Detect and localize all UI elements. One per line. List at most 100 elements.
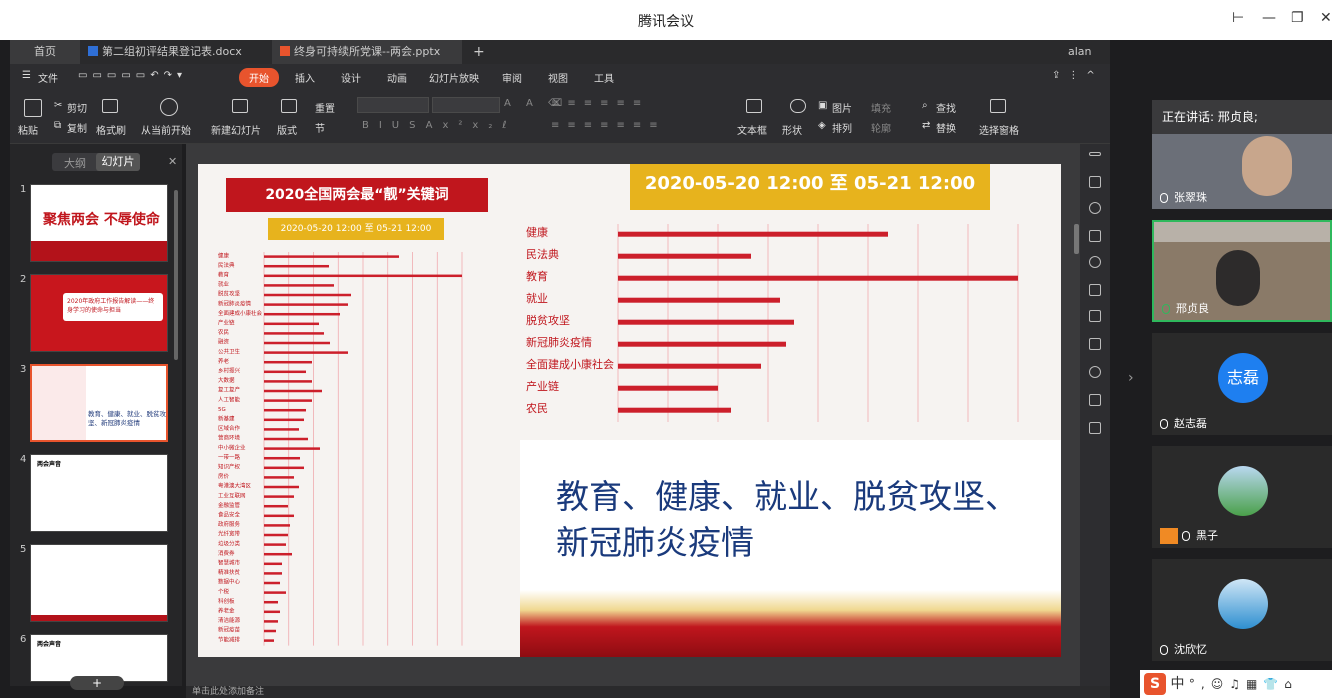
canvas-scrollbar[interactable] bbox=[1074, 224, 1079, 254]
hamburger-icon[interactable]: ☰ bbox=[22, 70, 31, 81]
menu-start[interactable]: 开始 bbox=[239, 68, 279, 87]
new-slide-icon[interactable] bbox=[232, 99, 248, 113]
paragraph-icons[interactable]: ≡≡≡≡≡≡ bbox=[551, 98, 649, 109]
expand-icon[interactable]: › bbox=[1128, 370, 1134, 386]
textbox-icon[interactable] bbox=[746, 99, 762, 113]
menu-file[interactable]: 文件 bbox=[38, 70, 58, 85]
format-painter-icon[interactable] bbox=[102, 99, 118, 113]
notes-bar[interactable]: 单击此处添加备注 bbox=[186, 686, 1110, 698]
replace-icon[interactable]: ⇄ bbox=[922, 120, 930, 131]
fill-button[interactable]: 填充 bbox=[871, 100, 891, 115]
close-icon[interactable]: ✕ bbox=[1320, 10, 1332, 26]
menu-view[interactable]: 视图 bbox=[548, 70, 568, 85]
layout-icon[interactable] bbox=[281, 99, 297, 113]
new-slide-button[interactable]: 新建幻灯片 bbox=[211, 122, 261, 137]
chart-bar bbox=[264, 312, 340, 316]
add-slide-button[interactable]: + bbox=[70, 676, 124, 690]
shape-button[interactable]: 形状 bbox=[782, 122, 802, 137]
shape-style-icon[interactable] bbox=[1089, 202, 1101, 214]
panel-close-icon[interactable]: ✕ bbox=[168, 155, 177, 168]
textbox-button[interactable]: 文本框 bbox=[737, 122, 767, 137]
tab-home[interactable]: 首页 bbox=[10, 40, 80, 64]
copy-icon[interactable]: ⧉ bbox=[54, 120, 61, 131]
ime-toolbar[interactable]: S 中 °,☺♫▦👕⌂ bbox=[1140, 670, 1332, 698]
panel-scrollbar[interactable] bbox=[174, 190, 178, 360]
cut-icon[interactable]: ✂ bbox=[54, 100, 62, 111]
comment-icon[interactable] bbox=[1089, 284, 1101, 296]
tab-docx[interactable]: 第二组初评结果登记表.docx bbox=[80, 40, 270, 64]
chart-category-label: 数据中心 bbox=[218, 578, 241, 586]
chart-category-label: 科创板 bbox=[218, 597, 235, 605]
arrange-button[interactable]: 排列 bbox=[832, 120, 852, 135]
collapse-icon[interactable] bbox=[1089, 152, 1101, 156]
animation-icon[interactable] bbox=[1089, 256, 1101, 268]
copy-button[interactable]: 复制 bbox=[67, 120, 87, 135]
picture-icon[interactable]: ▣ bbox=[818, 100, 827, 111]
share-icons[interactable]: ⇪⋮^ bbox=[1052, 70, 1103, 81]
find-icon[interactable]: ⌕ bbox=[922, 100, 928, 111]
chart-category-label: 养老金 bbox=[218, 606, 235, 614]
slide-thumbnail-5[interactable] bbox=[30, 544, 168, 622]
participant-name: 黑子 bbox=[1160, 527, 1218, 544]
arrange-icon[interactable]: ◈ bbox=[818, 120, 826, 131]
image-icon[interactable] bbox=[1089, 394, 1101, 406]
menu-design[interactable]: 设计 bbox=[341, 70, 361, 85]
fill-icon[interactable] bbox=[1089, 230, 1101, 242]
box-icon[interactable] bbox=[1089, 422, 1101, 434]
slide-thumbnail-1[interactable]: 聚焦两会 不辱使命 bbox=[30, 184, 168, 262]
play-from-current-button[interactable]: 从当前开始 bbox=[141, 122, 191, 137]
font-name-select[interactable] bbox=[357, 97, 429, 113]
quick-access-icons[interactable]: ▭▭▭▭▭↶↷▾ bbox=[78, 70, 187, 81]
property-icon[interactable] bbox=[1089, 176, 1101, 188]
find-button[interactable]: 查找 bbox=[936, 100, 956, 115]
mic-active-icon bbox=[1162, 304, 1170, 314]
slide-thumbnail-2[interactable]: 2020年政府工作报告解读——终身学习的使命与担当 bbox=[30, 274, 168, 352]
font-size-select[interactable] bbox=[432, 97, 500, 113]
participant-video-2[interactable]: 邢贞良 bbox=[1152, 220, 1332, 322]
participant-video-3[interactable]: 志磊 赵志磊 bbox=[1152, 333, 1332, 435]
slide-thumbnail-3[interactable]: 教育、健康、就业、脱贫攻坚、新冠肺炎疫情 bbox=[30, 364, 168, 442]
left-keyword-image: 2020全国两会最“靓”关键词 2020-05-20 12:00 至 05-21… bbox=[198, 164, 520, 650]
chart-bar bbox=[264, 255, 399, 258]
new-tab-button[interactable]: + bbox=[465, 40, 493, 64]
participant-video-4[interactable]: 黑子 bbox=[1152, 446, 1332, 548]
select-pane-icon[interactable] bbox=[990, 99, 1006, 113]
slide-thumbnail-6[interactable]: 两会声音 bbox=[30, 634, 168, 682]
picture-button[interactable]: 图片 bbox=[832, 100, 852, 115]
history-icon[interactable] bbox=[1089, 366, 1101, 378]
menu-animation[interactable]: 动画 bbox=[387, 70, 407, 85]
thumb-title: 两会声音 bbox=[37, 461, 62, 468]
thumb-title: 两会声音 bbox=[37, 641, 62, 648]
select-pane-button[interactable]: 选择窗格 bbox=[979, 122, 1019, 137]
pin-icon[interactable]: ⊢ bbox=[1232, 10, 1244, 26]
menu-insert[interactable]: 插入 bbox=[295, 70, 315, 85]
align-icons[interactable]: ≡≡≡≡≡≡≡ bbox=[551, 120, 666, 131]
tab-outline[interactable]: 大纲 bbox=[64, 155, 86, 171]
replace-button[interactable]: 替换 bbox=[936, 120, 956, 135]
format-painter-button[interactable]: 格式刷 bbox=[96, 122, 126, 137]
chart-category-label: 教育 bbox=[218, 270, 230, 278]
participant-video-5[interactable]: 沈欣忆 bbox=[1152, 559, 1332, 661]
minimize-icon[interactable]: — bbox=[1262, 10, 1276, 26]
participant-video-1[interactable]: 张翠珠 bbox=[1152, 134, 1332, 209]
cut-button[interactable]: 剪切 bbox=[67, 100, 87, 115]
shape-icon[interactable] bbox=[790, 99, 806, 113]
play-icon[interactable] bbox=[160, 98, 178, 116]
settings-icon[interactable] bbox=[1089, 338, 1101, 350]
maximize-icon[interactable]: ❐ bbox=[1291, 10, 1304, 26]
section-button[interactable]: 节 bbox=[315, 120, 325, 135]
tab-slides[interactable]: 幻灯片 bbox=[96, 153, 140, 171]
reset-button[interactable]: 重置 bbox=[315, 100, 335, 115]
font-style-icons[interactable]: BIUSAx²x₂ℓ bbox=[362, 120, 517, 131]
outline-button[interactable]: 轮廓 bbox=[871, 120, 891, 135]
menu-review[interactable]: 审阅 bbox=[502, 70, 522, 85]
paste-button[interactable]: 粘贴 bbox=[18, 122, 38, 137]
user-account[interactable]: alan bbox=[1060, 40, 1110, 64]
menu-slideshow[interactable]: 幻灯片放映 bbox=[429, 70, 479, 85]
layout-button[interactable]: 版式 bbox=[277, 122, 297, 137]
tab-pptx[interactable]: 终身可持续所党课--两会.pptx bbox=[272, 40, 462, 64]
paste-icon[interactable] bbox=[24, 99, 42, 117]
slide-thumbnail-4[interactable]: 两会声音 bbox=[30, 454, 168, 532]
star-icon[interactable] bbox=[1089, 310, 1101, 322]
menu-tools[interactable]: 工具 bbox=[594, 70, 614, 85]
